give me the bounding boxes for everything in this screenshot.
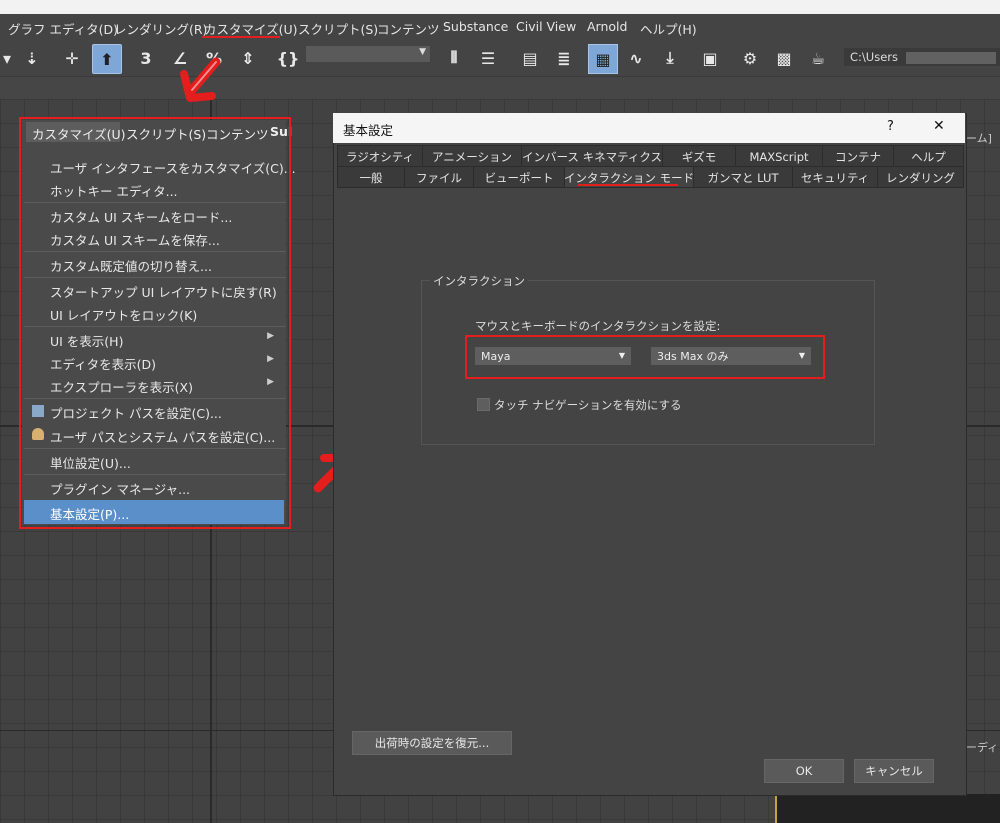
viewport-label-right2: ーディ: [966, 741, 999, 754]
tab-animation[interactable]: アニメーション: [422, 145, 522, 167]
active-tab-underline: [578, 184, 678, 186]
tab-maxscript[interactable]: MAXScript: [735, 145, 823, 167]
snap-3d-icon[interactable]: 3: [132, 44, 160, 72]
menu-graph-editor[interactable]: グラフ エディタ(D): [8, 19, 118, 38]
move-icon[interactable]: ✛: [58, 44, 86, 72]
red-arrow-down-outline: [191, 61, 217, 91]
secondary-toolbar: [0, 77, 1000, 100]
dialog-titlebar: 基本設定 ? ✕: [333, 113, 965, 143]
restore-defaults-button[interactable]: 出荷時の設定を復元...: [352, 731, 512, 755]
preferences-dialog: [333, 113, 967, 796]
named-selection-icon[interactable]: {}: [274, 44, 302, 72]
touch-navigation-checkbox[interactable]: [477, 398, 490, 411]
group-title: インタラクション: [430, 273, 528, 289]
select-link-icon[interactable]: ⇣: [18, 44, 46, 72]
menu-substance[interactable]: Substance: [443, 19, 508, 34]
menu-content[interactable]: コンテンツ: [377, 19, 440, 38]
tab-panel-border: [337, 187, 963, 188]
render-teapot-icon[interactable]: ☕: [804, 44, 832, 72]
customize-underline: [202, 36, 280, 38]
layer-explorer-icon[interactable]: ▤: [516, 44, 544, 72]
menu-help[interactable]: ヘルプ(H): [640, 19, 697, 38]
mirror-icon[interactable]: ⫴: [440, 44, 468, 72]
tab-general[interactable]: 一般: [337, 166, 405, 188]
help-button[interactable]: ?: [887, 119, 894, 134]
path-text: C:\Users: [850, 50, 898, 64]
scene-explorer-icon[interactable]: ▦: [588, 44, 618, 74]
menu-civil-view[interactable]: Civil View: [516, 19, 576, 34]
path-field[interactable]: C:\Users: [844, 48, 1000, 66]
tab-radiosity[interactable]: ラジオシティ: [337, 145, 423, 167]
tab-help[interactable]: ヘルプ: [893, 145, 964, 167]
viewport-active-border: [775, 794, 1000, 823]
align-icon[interactable]: ☰: [474, 44, 502, 72]
viewport-label-right: ーム]: [966, 132, 992, 145]
customize-menu-highlight-box: [19, 117, 291, 529]
mouse-keyboard-label: マウスとキーボードのインタラクションを設定:: [475, 319, 721, 333]
touch-navigation-label: タッチ ナビゲーションを有効にする: [494, 398, 682, 412]
toolbar-dropdown-icon[interactable]: ▾: [0, 44, 14, 72]
menu-arnold[interactable]: Arnold: [587, 19, 627, 34]
dialog-title: 基本設定: [343, 123, 394, 138]
toggle-ribbon-icon[interactable]: ≣: [550, 44, 578, 72]
material-editor-icon[interactable]: ▣: [696, 44, 724, 72]
spinner-snap-icon[interactable]: ⇕: [234, 44, 262, 72]
rendered-frame-icon[interactable]: ▩: [770, 44, 798, 72]
redacted-block: [905, 51, 996, 64]
ok-button[interactable]: OK: [764, 759, 844, 783]
tab-gizmo[interactable]: ギズモ: [662, 145, 736, 167]
tab-security[interactable]: セキュリティ: [792, 166, 878, 188]
main-menubar: グラフ エディタ(D) レンダリング(R) カスタマイズ(U) スクリプト(S)…: [0, 14, 1000, 40]
named-selection-dropdown[interactable]: ▼: [306, 46, 430, 62]
tab-inverse-kinematics[interactable]: インバース キネマティクス: [521, 145, 663, 167]
top-strip: [0, 0, 1000, 14]
menu-scripting[interactable]: スクリプト(S): [298, 19, 378, 38]
tab-rendering[interactable]: レンダリング: [877, 166, 964, 188]
tab-viewports[interactable]: ビューポート: [473, 166, 565, 188]
render-setup-icon[interactable]: ⚙: [736, 44, 764, 72]
curve-editor-icon[interactable]: ∿: [622, 44, 650, 72]
select-active-icon[interactable]: ⬆: [92, 44, 122, 74]
cancel-button[interactable]: キャンセル: [854, 759, 934, 783]
tab-files[interactable]: ファイル: [404, 166, 474, 188]
menu-rendering[interactable]: レンダリング(R): [114, 19, 207, 38]
close-icon[interactable]: ✕: [933, 118, 945, 134]
tab-gamma-lut[interactable]: ガンマと LUT: [693, 166, 793, 188]
dope-sheet-icon[interactable]: ⤓: [656, 44, 684, 72]
main-toolbar: ▾ ⇣ ✛ ⬆ 3 ∠ % ⇕ {} ▼ ⫴ ☰ ▤ ≣ ▦ ∿ ⤓ ▣ ⚙ ▩…: [0, 40, 1000, 77]
tab-container[interactable]: コンテナ: [822, 145, 894, 167]
chevron-down-icon: ▼: [419, 47, 426, 57]
dropdown-highlight-box: [465, 335, 825, 379]
